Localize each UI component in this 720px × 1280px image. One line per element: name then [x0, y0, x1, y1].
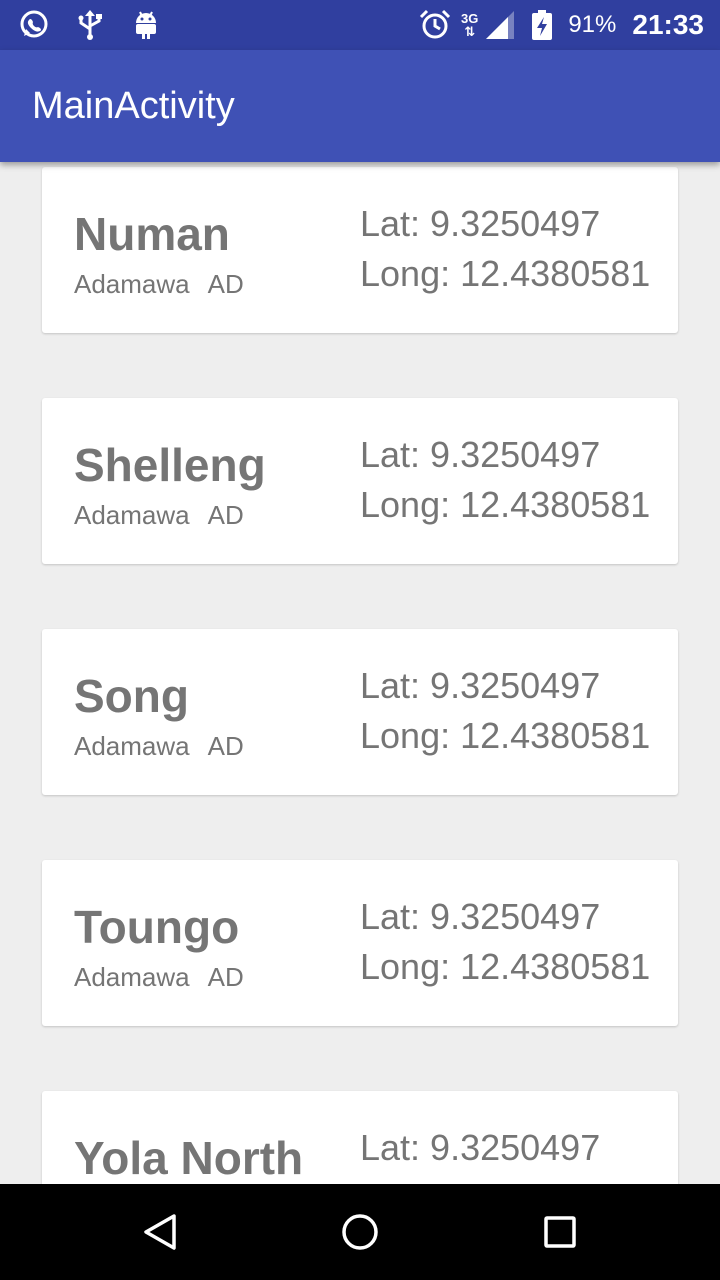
- battery-charging-icon: [526, 9, 558, 41]
- longitude: Long: 12.4380581: [360, 946, 651, 987]
- latitude: Lat: 9.3250497: [360, 434, 601, 475]
- state-name: Adamawa: [74, 500, 190, 530]
- longitude: Long: 12.4380581: [360, 253, 651, 294]
- latitude: Lat: 9.3250497: [360, 665, 601, 706]
- signal-icon: [484, 9, 516, 41]
- location-card[interactable]: Yola North Lat: 9.3250497: [42, 1091, 678, 1184]
- back-icon[interactable]: [136, 1208, 184, 1256]
- location-name: Numan: [74, 208, 230, 260]
- latitude: Lat: 9.3250497: [360, 203, 601, 244]
- location-state: Adamawa AD: [74, 962, 244, 993]
- location-card[interactable]: Shelleng Adamawa AD Lat: 9.3250497 Long: …: [42, 398, 678, 564]
- location-name: Shelleng: [74, 439, 266, 491]
- location-card[interactable]: Numan Adamawa AD Lat: 9.3250497 Long: 12.…: [42, 167, 678, 333]
- location-card[interactable]: Toungo Adamawa AD Lat: 9.3250497 Long: 12…: [42, 860, 678, 1026]
- state-name: Adamawa: [74, 731, 190, 761]
- state-code: AD: [207, 269, 244, 299]
- location-name: Song: [74, 670, 189, 722]
- clock: 21:33: [632, 9, 704, 40]
- home-icon[interactable]: [336, 1208, 384, 1256]
- state-name: Adamawa: [74, 269, 190, 299]
- latitude: Lat: 9.3250497: [360, 896, 601, 937]
- whatsapp-icon: [18, 9, 50, 41]
- state-name: Adamawa: [74, 962, 190, 992]
- battery-percent: 91%: [568, 11, 617, 38]
- app-title: MainActivity: [32, 85, 235, 127]
- longitude: Long: 12.4380581: [360, 715, 651, 756]
- app-bar: MainActivity: [0, 50, 720, 162]
- network-type-indicator: 3G ⇅: [460, 11, 479, 39]
- navigation-bar: [0, 1184, 720, 1280]
- latitude: Lat: 9.3250497: [360, 1127, 601, 1168]
- alarm-icon: [419, 9, 451, 41]
- recents-icon[interactable]: [536, 1208, 584, 1256]
- state-code: AD: [207, 500, 244, 530]
- status-bar: 3G ⇅ 91% 21:33: [0, 0, 720, 50]
- location-state: Adamawa AD: [74, 731, 244, 762]
- longitude: Long: 12.4380581: [360, 484, 651, 525]
- usb-icon: [74, 9, 106, 41]
- android-icon: [130, 9, 162, 41]
- location-name: Toungo: [74, 901, 240, 953]
- location-state: Adamawa AD: [74, 269, 244, 300]
- location-name: Yola North: [74, 1132, 304, 1184]
- data-arrows-icon: ⇅: [464, 24, 476, 39]
- location-list[interactable]: Numan Adamawa AD Lat: 9.3250497 Long: 12.…: [0, 162, 720, 1184]
- state-code: AD: [207, 962, 244, 992]
- state-code: AD: [207, 731, 244, 761]
- location-card[interactable]: Song Adamawa AD Lat: 9.3250497 Long: 12.4…: [42, 629, 678, 795]
- location-state: Adamawa AD: [74, 500, 244, 531]
